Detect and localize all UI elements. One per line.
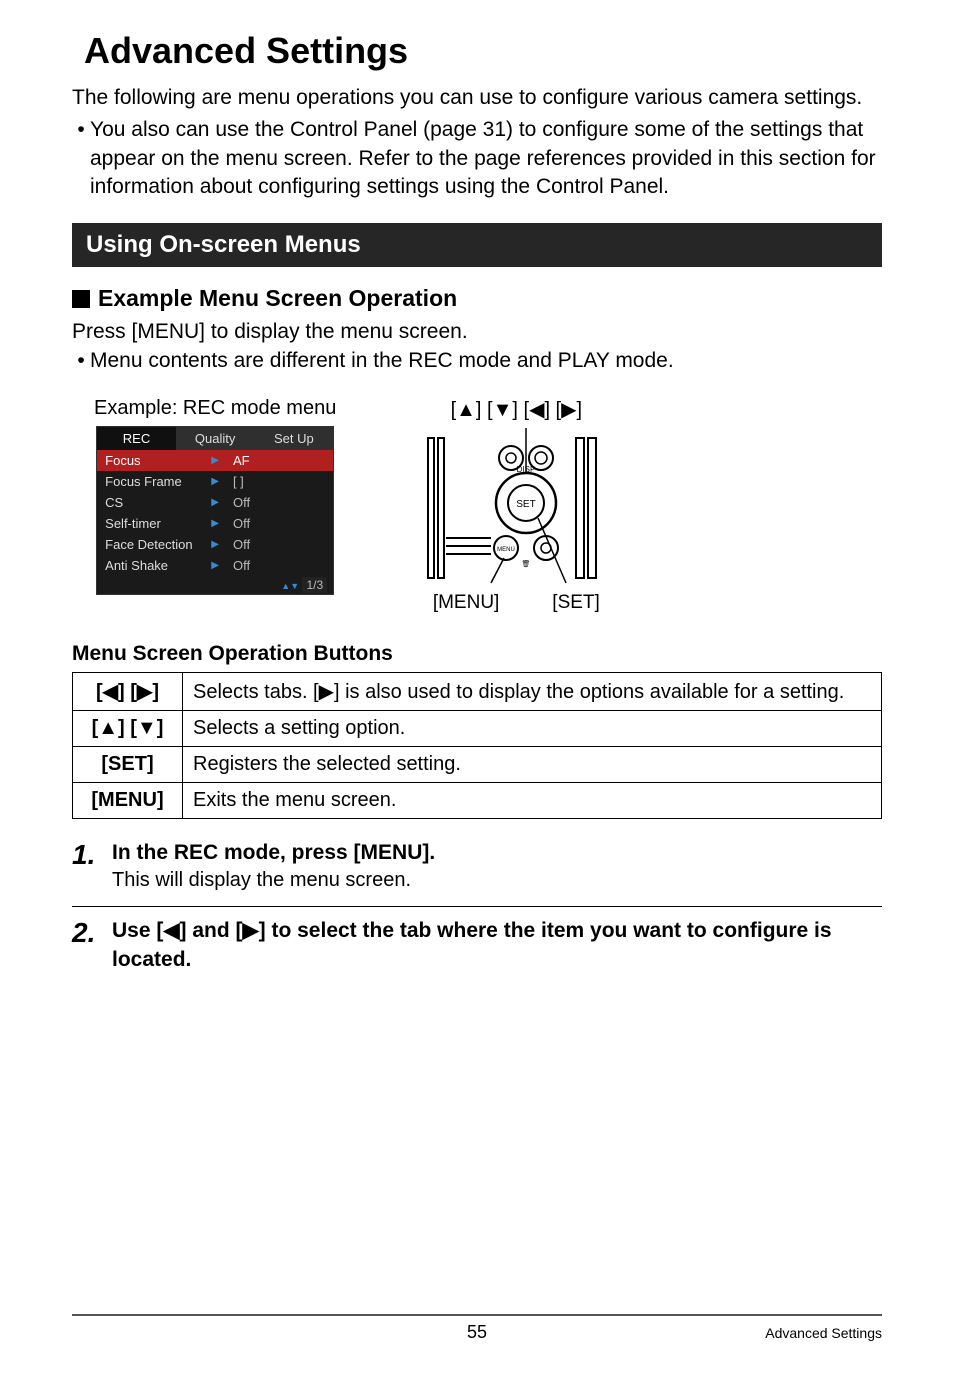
button-desc: Selects a setting option. [183,711,882,747]
steps-list: 1. In the REC mode, press [MENU]. This w… [72,839,882,974]
rec-tab-setup: Set Up [255,427,334,450]
rec-item: Focus▶ [97,450,227,471]
step-subtext: This will display the menu screen. [112,869,882,892]
set-button-label: [SET] [552,592,600,614]
button-key: [MENU] [73,783,183,819]
rec-item: Face Detection▶ [97,534,227,555]
step-instruction: In the REC mode, press [MENU]. [112,839,882,867]
button-key: [SET] [73,747,183,783]
step-number: 2. [72,917,112,949]
chevron-right-icon: ▶ [211,497,219,508]
step-instruction: Use [◀] and [▶] to select the tab where … [112,917,882,974]
button-desc: Registers the selected setting. [183,747,882,783]
intro-bullet-text: You also can use the Control Panel (page… [90,116,882,201]
rec-item: CS▶ [97,492,227,513]
chevron-right-icon: ▶ [211,455,219,466]
rec-value: Off [227,555,333,576]
page-footer: 55 Advanced Settings [72,1314,882,1343]
intro-text: The following are menu operations you ca… [72,84,882,112]
bullet-icon: • [72,116,90,201]
rec-tab-quality: Quality [176,427,255,450]
control-pad-figure: [▲] [▼] [◀] [▶] DISP SET [406,397,626,614]
step-1: 1. In the REC mode, press [MENU]. This w… [72,839,882,892]
mode-note-bullet: • Menu contents are different in the REC… [72,347,882,375]
button-desc: Selects tabs. [▶] is also used to displa… [183,673,882,711]
section-heading: Using On-screen Menus [72,223,882,267]
button-desc: Exits the menu screen. [183,783,882,819]
rec-page-indicator: 1/3 [302,577,327,593]
triangle-down-icon: ▼ [290,581,299,591]
svg-text:🗑: 🗑 [522,559,531,568]
svg-text:SET: SET [517,499,536,510]
page-number: 55 [467,1322,487,1343]
mode-note-text: Menu contents are different in the REC m… [90,347,882,375]
rec-item: Self-timer▶ [97,513,227,534]
rec-value: Off [227,513,333,534]
rec-item: Focus Frame▶ [97,471,227,492]
bullet-icon: • [72,347,90,375]
rec-value: [ ] [227,471,333,492]
table-row: [MENU] Exits the menu screen. [73,783,882,819]
rec-menu-caption: Example: REC mode menu [94,397,336,420]
footer-section-name: Advanced Settings [765,1325,882,1341]
chevron-right-icon: ▶ [211,476,219,487]
subsection-title: Example Menu Screen Operation [98,285,457,312]
step-2: 2. Use [◀] and [▶] to select the tab whe… [72,917,882,974]
rec-value: AF [227,450,333,471]
button-key: [◀] [▶] [73,673,183,711]
buttons-table: [◀] [▶] Selects tabs. [▶] is also used t… [72,672,882,819]
rec-menu-footer: ▲▼ 1/3 [97,576,333,594]
rec-menu-screenshot: REC Quality Set Up Focus▶ Focus Frame▶ C… [96,426,334,595]
chevron-right-icon: ▶ [211,539,219,550]
intro-bullet: • You also can use the Control Panel (pa… [72,116,882,201]
chevron-right-icon: ▶ [211,518,219,529]
rec-menu-figure: Example: REC mode menu REC Quality Set U… [94,397,336,595]
button-key: [▲] [▼] [73,711,183,747]
press-menu-text: Press [MENU] to display the menu screen. [72,318,882,346]
chevron-right-icon: ▶ [211,560,219,571]
control-pad-diagram: DISP SET MENU 🗑 [426,428,606,588]
dpad-arrows-label: [▲] [▼] [◀] [▶] [451,397,582,422]
page-title: Advanced Settings [84,30,882,72]
table-row: [SET] Registers the selected setting. [73,747,882,783]
buttons-heading: Menu Screen Operation Buttons [72,642,882,666]
figure-area: Example: REC mode menu REC Quality Set U… [94,397,882,614]
table-row: [◀] [▶] Selects tabs. [▶] is also used t… [73,673,882,711]
svg-text:MENU: MENU [497,547,515,553]
rec-value: Off [227,534,333,555]
square-icon [72,290,90,308]
step-number: 1. [72,839,112,871]
rec-item: Anti Shake▶ [97,555,227,576]
triangle-up-icon: ▲ [281,581,290,591]
rec-value: Off [227,492,333,513]
step-divider [72,906,882,907]
rec-tab-rec: REC [97,427,176,450]
subsection-heading: Example Menu Screen Operation [72,285,882,312]
menu-button-label: [MENU] [433,592,500,614]
table-row: [▲] [▼] Selects a setting option. [73,711,882,747]
